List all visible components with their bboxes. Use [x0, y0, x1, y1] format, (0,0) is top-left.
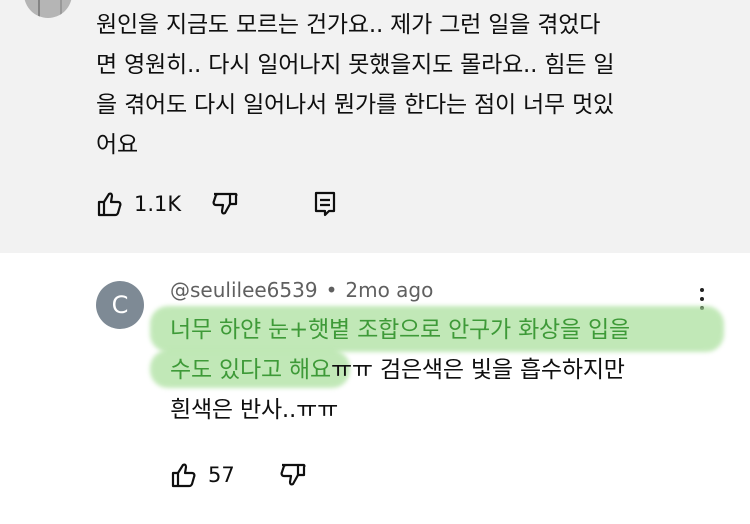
like-count: 57 — [208, 463, 235, 487]
like-icon[interactable] — [96, 190, 124, 218]
dislike-icon[interactable] — [211, 190, 239, 218]
like-count: 1.1K — [134, 192, 182, 216]
comment-line: 원인을 지금도 모르는 건가요.. 제가 그런 일을 겪었다 — [96, 12, 601, 38]
reply-text-line: 흰색은 반사..ㅠㅠ — [170, 397, 339, 423]
reply-avatar[interactable]: C — [96, 281, 144, 329]
comment-line: 을 겪어도 다시 일어나서 뭔가를 한다는 점이 너무 멋있 — [96, 92, 615, 118]
reply-text: 너무 하얀 눈+햇볕 조합으로 안구가 화상을 입을 수도 있다고 해요ㅠㅠ 검… — [170, 310, 710, 430]
commenter-avatar[interactable] — [24, 0, 72, 18]
reply-meta: @seulilee6539 • 2mo ago — [170, 278, 433, 302]
reply-action-bar: 57 — [170, 461, 307, 489]
comment-line: 면 영원히.. 다시 일어나지 못했을지도 몰라요.. 힘든 일 — [96, 52, 615, 78]
top-comment: 원인을 지금도 모르는 건가요.. 제가 그런 일을 겪었다 면 영원히.. 다… — [0, 0, 750, 253]
reply-icon[interactable] — [311, 190, 339, 218]
avatar-letter: C — [111, 291, 129, 319]
reply-highlighted-text: 수도 있다고 해요 — [170, 357, 331, 383]
comment-action-bar: 1.1K — [96, 190, 339, 218]
dislike-icon[interactable] — [279, 461, 307, 489]
like-icon[interactable] — [170, 461, 198, 489]
comment-text: 원인을 지금도 모르는 건가요.. 제가 그런 일을 겪었다 면 영원히.. 다… — [96, 5, 706, 165]
reply-time: 2mo ago — [345, 278, 434, 302]
meta-separator: • — [325, 278, 338, 302]
reply-text-rest: ㅠㅠ 검은색은 빛을 흡수하지만 — [330, 357, 625, 383]
reply-highlighted-text: 너무 하얀 눈+햇볕 조합으로 안구가 화상을 입을 — [170, 317, 630, 343]
reply-author[interactable]: @seulilee6539 — [170, 278, 318, 302]
comment-line: 어요 — [96, 132, 138, 158]
